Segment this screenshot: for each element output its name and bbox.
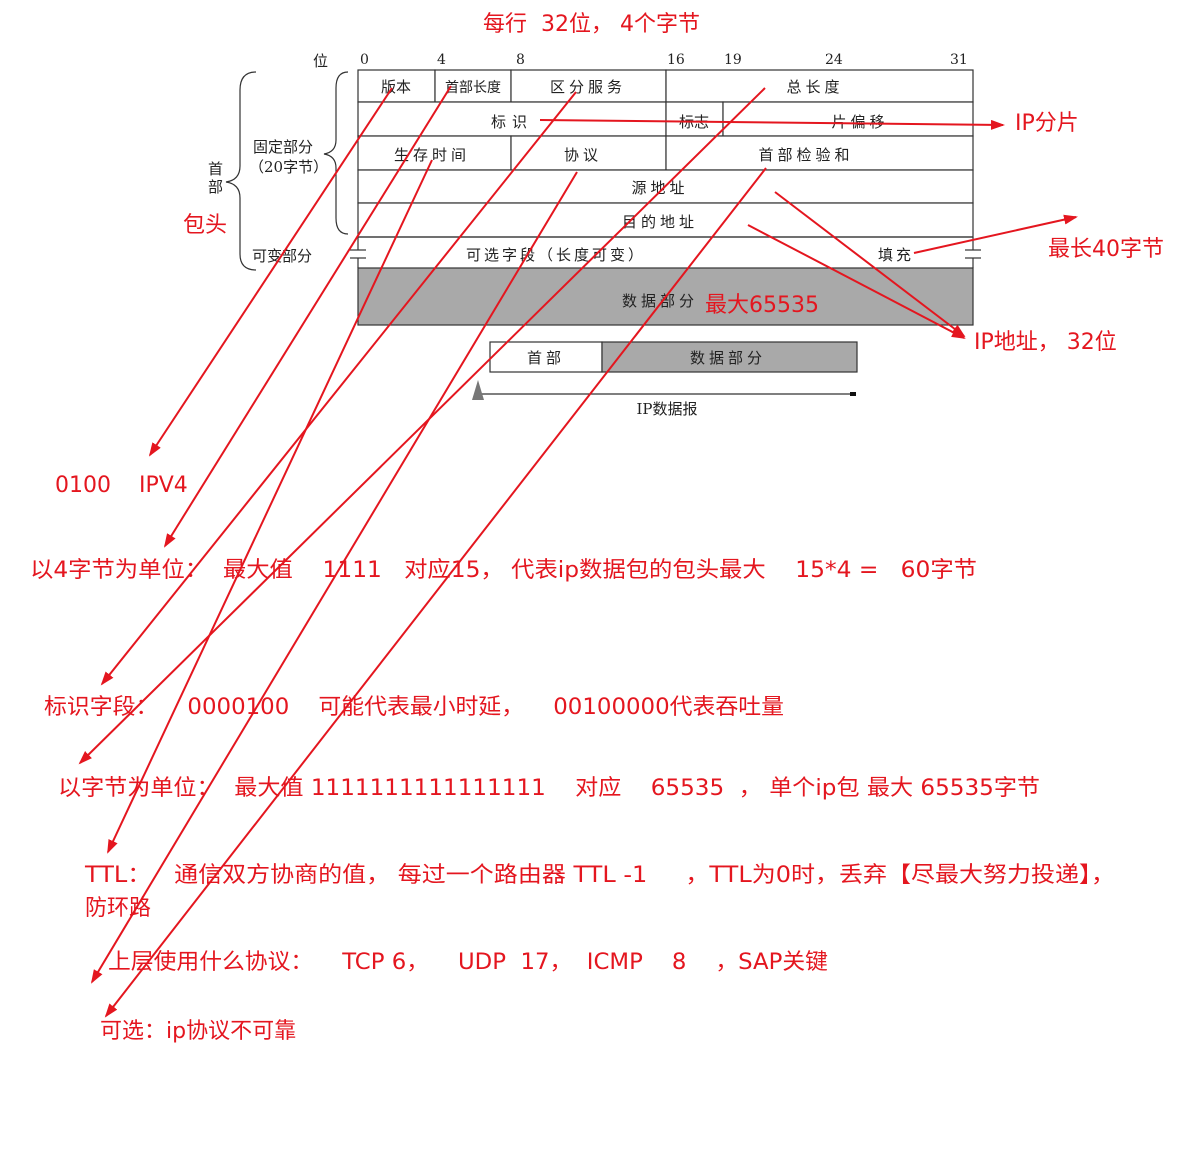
bit-mark-19: 19 [724, 52, 742, 68]
ip-header-diagram: 位 0 4 8 16 19 24 31 版本 首部长度 区分服务 总长度 标识 … [208, 52, 981, 418]
note-data-max: 最大65535 [705, 293, 819, 318]
note-ihl: 以4字节为单位： 最大值 1111 对应15， 代表ip数据包的包头最大 15*… [30, 558, 977, 583]
bit-mark-31: 31 [950, 52, 968, 68]
note-ttl-line1: TTL： 通信双方协商的值， 每过一个路由器 TTL -1 ，TTL为0时，丢弃… [84, 863, 1115, 888]
fixed-part-label-line2: （20字节） [249, 158, 328, 176]
fixed-part-brace [323, 71, 349, 235]
field-tos-label: 区分服务 [550, 78, 626, 96]
bit-mark-24: 24 [825, 52, 843, 68]
data-part-label: 数据部分 [622, 292, 698, 310]
note-options: 可选：ip协议不可靠 [100, 1019, 296, 1044]
field-identification-label: 标识 [491, 113, 533, 131]
fixed-part-label-line1: 固定部分 [253, 138, 313, 156]
annotated-ip-header-diagram: 位 0 4 8 16 19 24 31 版本 首部长度 区分服务 总长度 标识 … [30, 12, 1164, 1044]
note-ip-address: IP地址， 32位 [974, 330, 1117, 355]
arrow-tos [100, 91, 577, 686]
field-total-length-label: 总长度 [786, 78, 843, 96]
datagram-end-marker [850, 392, 856, 396]
field-version-label: 版本 [381, 78, 411, 96]
note-options-max: 最长40字节 [1048, 237, 1164, 262]
bit-mark-0: 0 [360, 52, 369, 68]
note-total-length: 以字节为单位： 最大值 1111111111111111 对应 65535 ， … [58, 776, 1040, 801]
note-protocol: 上层使用什么协议： TCP 6， UDP 17， ICMP 8 ，SAP关键 [108, 950, 828, 975]
note-row-width: 每行 32位， 4个字节 [483, 12, 700, 37]
datagram-header-label: 首部 [527, 349, 565, 367]
bit-mark-8: 8 [516, 52, 525, 68]
field-fragment-offset-label: 片偏移 [831, 113, 888, 131]
datagram-caption: IP数据报 [636, 400, 697, 418]
field-options: 可选字段（长度可变） [466, 246, 646, 264]
header-label-line1: 首 [208, 160, 223, 178]
note-fragmentation: IP分片 [1015, 111, 1079, 136]
datagram-start-marker [472, 380, 484, 400]
field-protocol-label: 协议 [564, 146, 602, 164]
field-options-label: 可选字段（长度可变） [466, 246, 646, 264]
bit-mark-16: 16 [667, 52, 685, 68]
field-source-address-label: 源地址 [631, 179, 688, 197]
field-padding: 填充 [878, 246, 914, 264]
field-ihl-label: 首部长度 [445, 80, 501, 96]
bit-mark-4: 4 [437, 52, 446, 68]
note-header-label: 包头 [183, 213, 227, 238]
datagram-data-label: 数据部分 [690, 349, 766, 367]
field-padding-label: 填充 [878, 246, 914, 264]
field-checksum-label: 首部检验和 [758, 146, 853, 164]
note-ttl-line2: 防环路 [85, 896, 151, 921]
note-tos: 标识字段： 0000100 可能代表最小时延， 00100000代表吞吐量 [44, 695, 784, 720]
field-destination-address-label: 目的地址 [622, 213, 698, 231]
bit-header-label: 位 [313, 52, 328, 70]
note-version: 0100 IPV4 [55, 473, 188, 498]
header-label-line2: 部 [208, 178, 223, 196]
